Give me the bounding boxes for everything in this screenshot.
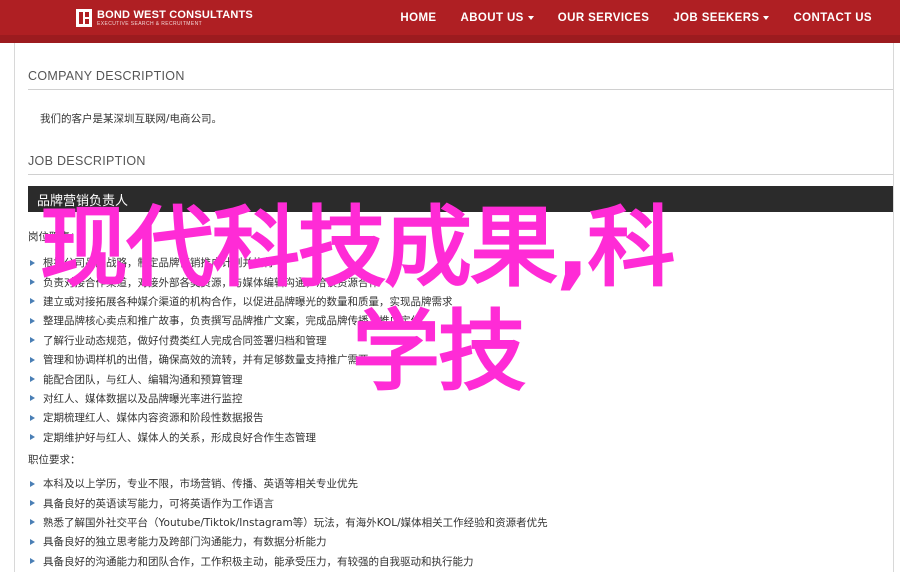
- bullet-icon: [30, 259, 35, 266]
- nav-job-seekers[interactable]: JOB SEEKERS: [673, 11, 770, 24]
- nav-about-us-label: ABOUT US: [460, 11, 524, 24]
- list-item-text: 具备良好的独立思考能力及跨部门沟通能力，有数据分析能力: [43, 536, 327, 549]
- list-item-text: 能配合团队，与红人、编辑沟通和预算管理: [43, 373, 243, 386]
- list-item: 本科及以上学历，专业不限，市场营销、传播、英语等相关专业优先: [28, 474, 548, 493]
- list-item: 整理品牌核心卖点和推广故事，负责撰写品牌推广文案，完成品牌传播与推广定位: [28, 311, 453, 330]
- nav-home-label: HOME: [400, 11, 437, 24]
- list-item: 了解行业动态规范，做好付费类红人完成合同签署归档和管理: [28, 331, 453, 350]
- chevron-down-icon: [763, 16, 770, 20]
- bullet-icon: [30, 376, 35, 383]
- list-item: 定期梳理红人、媒体内容资源和阶段性数据报告: [28, 408, 453, 427]
- nav-job-seekers-label: JOB SEEKERS: [673, 11, 760, 24]
- chevron-down-icon: [527, 16, 534, 20]
- list-item: 建立或对接拓展各种媒介渠道的机构合作，以促进品牌曝光的数量和质量，实现品牌需求: [28, 292, 453, 311]
- list-item: 管理和协调样机的出借，确保高效的流转，并有足够数量支持推广需要: [28, 350, 453, 369]
- list-item: 定期维护好与红人、媒体人的关系，形成良好合作生态管理: [28, 428, 453, 447]
- header-sub-bar: [0, 35, 900, 43]
- list-item-text: 整理品牌核心卖点和推广故事，负责撰写品牌推广文案，完成品牌传播与推广定位: [43, 315, 421, 328]
- bullet-icon: [30, 395, 35, 402]
- list-item: 对红人、媒体数据以及品牌曝光率进行监控: [28, 389, 453, 408]
- bullet-icon: [30, 434, 35, 441]
- bullet-icon: [30, 279, 35, 286]
- bullet-icon: [30, 337, 35, 344]
- company-description-text: 我们的客户是某深圳互联网/电商公司。: [40, 113, 223, 125]
- list-item-text: 负责对接合作渠道，对接外部各类资源，与媒体编辑沟通，洽谈资源合作: [43, 276, 379, 289]
- bullet-icon: [30, 414, 35, 421]
- content-left-border: [14, 43, 15, 572]
- bullet-icon: [30, 500, 35, 507]
- list-item: 根据公司品牌战略，制定品牌营销推广计划并执行: [28, 253, 453, 272]
- logo-title: BOND WEST CONSULTANTS: [97, 9, 253, 21]
- logo-icon: [76, 9, 92, 27]
- bullet-icon: [30, 558, 35, 565]
- bullet-icon: [30, 519, 35, 526]
- nav-our-services-label: OUR SERVICES: [557, 11, 650, 24]
- job-title: 品牌营销负责人: [37, 193, 129, 209]
- logo-subtitle: EXECUTIVE SEARCH & RECRUITMENT: [97, 21, 203, 27]
- list-item: 具备良好的英语读写能力，可将英语作为工作语言: [28, 493, 548, 512]
- list-item-text: 具备良好的沟通能力和团队合作，工作积极主动，能承受压力，有较强的自我驱动和执行能…: [43, 555, 474, 568]
- list-item-text: 了解行业动态规范，做好付费类红人完成合同签署归档和管理: [43, 334, 327, 347]
- list-item: 具备良好的独立思考能力及跨部门沟通能力，有数据分析能力: [28, 532, 548, 551]
- job-title-banner: 品牌营销负责人: [28, 186, 893, 212]
- list-item-text: 根据公司品牌战略，制定品牌营销推广计划并执行: [43, 257, 274, 270]
- content-right-border: [893, 43, 894, 572]
- divider: [28, 89, 893, 90]
- requirements-list: 本科及以上学历，专业不限，市场营销、传播、英语等相关专业优先 具备良好的英语读写…: [28, 474, 548, 571]
- logo-text-group: BOND WEST CONSULTANTS EXECUTIVE SEARCH &…: [97, 9, 253, 27]
- list-item-text: 定期梳理红人、媒体内容资源和阶段性数据报告: [43, 412, 264, 425]
- nav-home[interactable]: HOME: [400, 12, 436, 24]
- nav-our-services[interactable]: OUR SERVICES: [558, 12, 650, 24]
- nav-contact-us[interactable]: CONTACT US: [793, 12, 872, 24]
- nav-contact-us-label: CONTACT US: [793, 11, 872, 24]
- duties-list: 根据公司品牌战略，制定品牌营销推广计划并执行 负责对接合作渠道，对接外部各类资源…: [28, 253, 453, 447]
- nav-about-us[interactable]: ABOUT US: [461, 12, 534, 24]
- job-description-heading: JOB DESCRIPTION: [28, 154, 146, 168]
- bullet-icon: [30, 356, 35, 363]
- list-item-text: 本科及以上学历，专业不限，市场营销、传播、英语等相关专业优先: [43, 478, 358, 491]
- list-item-text: 熟悉了解国外社交平台（Youtube/Tiktok/Instagram等）玩法，…: [43, 516, 548, 529]
- divider: [28, 174, 893, 175]
- list-item: 具备良好的沟通能力和团队合作，工作积极主动，能承受压力，有较强的自我驱动和执行能…: [28, 552, 548, 571]
- site-logo[interactable]: BOND WEST CONSULTANTS EXECUTIVE SEARCH &…: [76, 9, 253, 27]
- main-nav: HOME ABOUT US OUR SERVICES JOB SEEKERS C…: [376, 0, 872, 35]
- bullet-icon: [30, 480, 35, 487]
- requirements-label: 职位要求：: [28, 454, 81, 466]
- duties-label: 岗位职责：: [28, 231, 81, 243]
- list-item-text: 定期维护好与红人、媒体人的关系，形成良好合作生态管理: [43, 431, 316, 444]
- company-description-heading: COMPANY DESCRIPTION: [28, 69, 185, 83]
- bullet-icon: [30, 538, 35, 545]
- list-item-text: 对红人、媒体数据以及品牌曝光率进行监控: [43, 392, 243, 405]
- list-item-text: 具备良好的英语读写能力，可将英语作为工作语言: [43, 497, 274, 510]
- list-item: 负责对接合作渠道，对接外部各类资源，与媒体编辑沟通，洽谈资源合作: [28, 272, 453, 291]
- list-item: 能配合团队，与红人、编辑沟通和预算管理: [28, 369, 453, 388]
- list-item: 熟悉了解国外社交平台（Youtube/Tiktok/Instagram等）玩法，…: [28, 513, 548, 532]
- list-item-text: 管理和协调样机的出借，确保高效的流转，并有足够数量支持推广需要: [43, 354, 369, 367]
- bullet-icon: [30, 298, 35, 305]
- bullet-icon: [30, 317, 35, 324]
- list-item-text: 建立或对接拓展各种媒介渠道的机构合作，以促进品牌曝光的数量和质量，实现品牌需求: [43, 295, 453, 308]
